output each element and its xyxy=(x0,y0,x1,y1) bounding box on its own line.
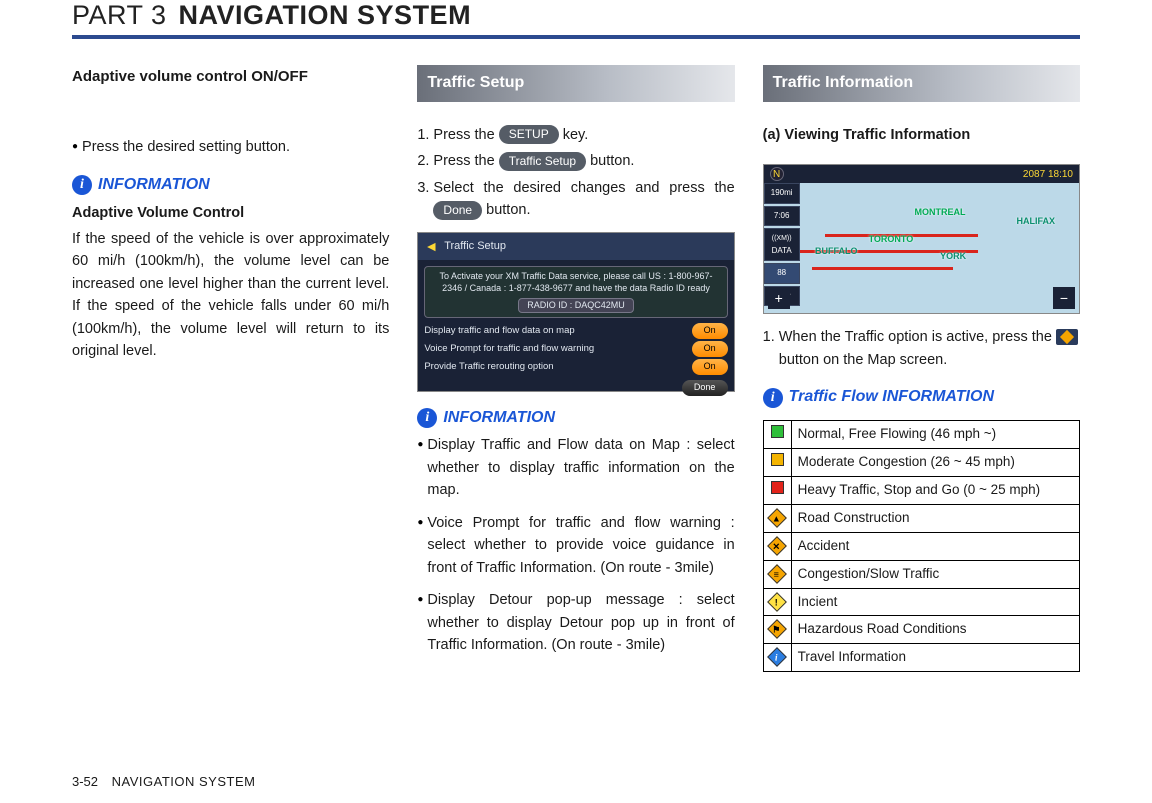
map-city-1: MONTREAL xyxy=(915,206,966,220)
map-city-2: HALIFAX xyxy=(1016,215,1055,229)
legend-swatch-yellow xyxy=(771,453,784,466)
compass-icon: N xyxy=(770,167,784,181)
map-screenshot: N 2087 18:10 190mi 7:06 ((XM))DATA 88 PO… xyxy=(763,164,1080,314)
travel-info-icon: i xyxy=(767,647,787,667)
step-3: 3. Select the desired changes and press … xyxy=(417,177,734,222)
table-row: iTravel Information xyxy=(763,644,1079,672)
ss-row-3: Provide Traffic rerouting optionOn xyxy=(424,358,727,376)
part-label: PART 3 xyxy=(72,0,167,31)
legend-swatch-red xyxy=(771,481,784,494)
on-toggle-2: On xyxy=(692,341,728,357)
map-city-4: YORK xyxy=(940,250,966,264)
info-icon: i xyxy=(72,175,92,195)
page-footer: 3-52 NAVIGATION SYSTEM xyxy=(72,774,255,789)
page-header: PART 3 NAVIGATION SYSTEM xyxy=(72,0,1080,39)
content-columns: Adaptive volume control ON/OFF Press the… xyxy=(72,65,1080,672)
step-1: 1. Press the SETUP key. xyxy=(417,124,734,146)
hazard-icon: ⚑ xyxy=(767,620,787,640)
legend-swatch-green xyxy=(771,425,784,438)
incident-icon: ! xyxy=(767,592,787,612)
xm-traffic-icon xyxy=(1056,329,1078,345)
ss-row-2: Voice Prompt for traffic and flow warnin… xyxy=(424,340,727,358)
ss-done-button: Done xyxy=(682,380,728,396)
step-2: 2. Press the Traffic Setup button. xyxy=(417,150,734,172)
map-top-bar: N 2087 18:10 xyxy=(764,165,1079,183)
traffic-setup-screenshot: ◄Traffic Setup To Activate your XM Traff… xyxy=(417,232,734,392)
column-1: Adaptive volume control ON/OFF Press the… xyxy=(72,65,389,672)
ss-activate-box: To Activate your XM Traffic Data service… xyxy=(424,266,727,318)
adaptive-volume-subheading: Adaptive Volume Control xyxy=(72,202,389,224)
viewing-traffic-subheading: (a) Viewing Traffic Information xyxy=(763,124,1080,146)
traffic-flow-information-label: Traffic Flow INFORMATION xyxy=(789,385,994,410)
zoom-in-icon: + xyxy=(768,287,790,309)
table-row: ⚑Hazardous Road Conditions xyxy=(763,616,1079,644)
table-row: ✕Accident xyxy=(763,532,1079,560)
bullet-press-setting: Press the desired setting button. xyxy=(72,136,389,158)
table-row: Heavy Traffic, Stop and Go (0 ~ 25 mph) xyxy=(763,476,1079,504)
traffic-step-1: 1. When the Traffic option is active, pr… xyxy=(763,326,1080,371)
info-icon: i xyxy=(763,388,783,408)
table-row: Normal, Free Flowing (46 mph ~) xyxy=(763,421,1079,449)
table-row: Moderate Congestion (26 ~ 45 mph) xyxy=(763,448,1079,476)
footer-section: NAVIGATION SYSTEM xyxy=(112,774,256,789)
map-dist: 190mi xyxy=(764,183,800,203)
adaptive-volume-heading: Adaptive volume control ON/OFF xyxy=(72,65,389,88)
info-icon: i xyxy=(417,408,437,428)
map-eta: 7:06 xyxy=(764,206,800,226)
information-row-1: i INFORMATION xyxy=(72,173,389,198)
traffic-information-heading: Traffic Information xyxy=(763,65,1080,102)
page-number: 3-52 xyxy=(72,774,98,789)
construction-icon: ▲ xyxy=(767,508,787,528)
traffic-flow-info-row: i Traffic Flow INFORMATION xyxy=(763,385,1080,410)
information-row-2: i INFORMATION xyxy=(417,406,734,431)
ss-row-1: Display traffic and flow data on mapOn xyxy=(424,322,727,340)
map-city-5: BUFFALO xyxy=(815,245,858,259)
info-bullet-3: Display Detour pop-up message : select w… xyxy=(417,589,734,656)
info-bullet-2: Voice Prompt for traffic and flow warnin… xyxy=(417,512,734,579)
map-sign: 88 xyxy=(764,263,800,283)
part-title: NAVIGATION SYSTEM xyxy=(179,0,472,31)
back-arrow-icon: ◄ xyxy=(424,236,438,258)
map-city-3: TORONTO xyxy=(869,233,914,247)
column-2: Traffic Setup 1. Press the SETUP key. 2.… xyxy=(417,65,734,672)
ss-radio-id: RADIO ID : DAQC42MU xyxy=(518,298,634,314)
information-label: INFORMATION xyxy=(98,173,210,198)
info-bullet-1: Display Traffic and Flow data on Map : s… xyxy=(417,434,734,501)
table-row: ≡Congestion/Slow Traffic xyxy=(763,560,1079,588)
table-row: ▲Road Construction xyxy=(763,504,1079,532)
traffic-legend-table: Normal, Free Flowing (46 mph ~) Moderate… xyxy=(763,420,1080,672)
information-label: INFORMATION xyxy=(443,406,555,431)
done-chip: Done xyxy=(433,201,482,220)
zoom-out-icon: − xyxy=(1053,287,1075,309)
ss-title-bar: ◄Traffic Setup xyxy=(418,233,733,261)
adaptive-volume-body: If the speed of the vehicle is over appr… xyxy=(72,228,389,363)
column-3: Traffic Information (a) Viewing Traffic … xyxy=(763,65,1080,672)
on-toggle-3: On xyxy=(692,359,728,375)
map-canvas: MONTREAL HALIFAX TORONTO YORK BUFFALO xyxy=(800,183,1055,295)
table-row: !Incient xyxy=(763,588,1079,616)
on-toggle-1: On xyxy=(692,323,728,339)
accident-icon: ✕ xyxy=(767,536,787,556)
setup-key-chip: SETUP xyxy=(499,125,559,144)
traffic-setup-chip: Traffic Setup xyxy=(499,152,586,171)
slow-traffic-icon: ≡ xyxy=(767,564,787,584)
traffic-setup-heading: Traffic Setup xyxy=(417,65,734,102)
map-xm-data: ((XM))DATA xyxy=(764,228,800,261)
map-time: 2087 18:10 xyxy=(1023,167,1073,181)
